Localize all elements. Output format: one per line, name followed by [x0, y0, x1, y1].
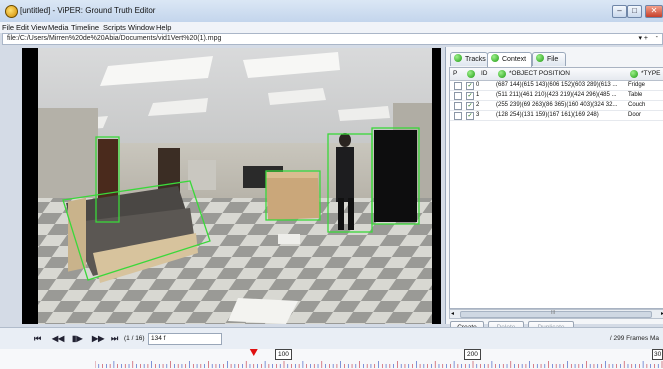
row-propagate-checkbox[interactable]	[454, 92, 462, 100]
table-row[interactable]: ✓ 2 (255 239)(69 263)(86 365)(160 403)(3…	[450, 101, 663, 111]
row-propagate-checkbox[interactable]	[454, 102, 462, 110]
row-propagate-checkbox[interactable]	[454, 82, 462, 90]
tab-file[interactable]: File	[532, 52, 566, 66]
scrollbar-grip: III	[551, 310, 556, 316]
row-position[interactable]: (255 239)(69 263)(86 365)(160 403)(324 3…	[496, 101, 626, 110]
table-row[interactable]: ✓ 3 (128 254)(131 159)(167 161)(169 248)…	[450, 111, 663, 121]
green-status-icon	[498, 70, 506, 78]
row-valid-checkbox[interactable]: ✓	[466, 112, 474, 120]
tab-tracks[interactable]: Tracks	[450, 52, 488, 66]
zoom-out-label[interactable]: -	[656, 34, 658, 41]
skip-to-end-icon[interactable]: ⏭	[111, 334, 118, 344]
header-type[interactable]: *TYPE	[641, 70, 661, 77]
skip-to-start-icon[interactable]: ⏮	[34, 334, 41, 344]
green-status-icon	[454, 54, 462, 62]
horizontal-scrollbar[interactable]: ◂ III ▸	[449, 309, 663, 319]
step-back-icon[interactable]: ▮▶	[72, 334, 83, 343]
table-header: P ID *OBJECT POSITION *TYPE	[450, 68, 663, 81]
descriptor-panel: Tracks Context File P ID *OBJECT POSITIO…	[445, 47, 663, 335]
row-valid-checkbox[interactable]: ✓	[466, 92, 474, 100]
chevron-down-icon[interactable]: ▾ +	[638, 34, 648, 42]
menu-file[interactable]: File	[2, 23, 14, 32]
menu-timeline[interactable]: Timeline	[71, 23, 99, 32]
row-type[interactable]: Table	[628, 91, 642, 100]
maximize-button[interactable]: □	[627, 5, 642, 18]
row-id: 0	[476, 82, 480, 88]
row-id: 3	[476, 112, 480, 118]
row-type[interactable]: Couch	[628, 101, 645, 110]
header-object-position[interactable]: *OBJECT POSITION	[509, 70, 570, 77]
descriptor-table: P ID *OBJECT POSITION *TYPE ✓ 0 (687 144…	[449, 67, 663, 309]
scroll-left-icon[interactable]: ◂	[451, 310, 454, 317]
green-status-icon	[536, 54, 544, 62]
menu-bar: File Edit View Media Timeline Scripts Wi…	[0, 22, 663, 33]
row-type[interactable]: Door	[628, 111, 641, 120]
rewind-icon[interactable]: ◀◀	[52, 334, 64, 343]
video-viewport[interactable]	[22, 48, 441, 324]
row-type[interactable]: Fridge	[628, 81, 645, 90]
table-row[interactable]: ✓ 0 (687 144)(615 143)(606 152)(603 289)…	[450, 81, 663, 91]
row-id: 2	[476, 102, 480, 108]
playback-controls: ⏮ ◀◀ ▮▶ ▶▶ ⏭ (1 / 16) 134 f / 299 Frames…	[0, 327, 663, 350]
header-id[interactable]: ID	[481, 70, 488, 77]
fast-forward-icon[interactable]: ▶▶	[92, 334, 104, 343]
timeline-ruler[interactable]	[95, 349, 663, 369]
tab-context[interactable]: Context	[487, 52, 532, 67]
title-bar: [untitled] - ViPER: Ground Truth Editor …	[0, 0, 663, 23]
menu-scripts[interactable]: Scripts	[103, 23, 126, 32]
total-frames-label: / 299 Frames Ma	[609, 335, 659, 342]
menu-window[interactable]: Window	[128, 23, 155, 32]
media-path-text: file:/C:/Users/Mirren%20de%20Abia/Docume…	[7, 35, 222, 42]
video-frame-image	[38, 48, 432, 324]
menu-help[interactable]: Help	[156, 23, 171, 32]
row-valid-checkbox[interactable]: ✓	[466, 102, 474, 110]
minimize-button[interactable]: –	[612, 5, 627, 18]
app-icon	[5, 5, 18, 18]
green-status-icon	[467, 70, 475, 78]
scrollbar-thumb[interactable]: III	[460, 310, 652, 318]
row-position[interactable]: (128 254)(131 159)(167 161)(169 248)	[496, 111, 626, 120]
timeline-label-300: 30	[652, 349, 663, 360]
green-status-icon	[491, 54, 499, 62]
row-id: 1	[476, 92, 480, 98]
header-p[interactable]: P	[453, 70, 457, 77]
playhead-marker[interactable]	[249, 349, 258, 356]
row-valid-checkbox[interactable]: ✓	[466, 82, 474, 90]
frame-value: 134 f	[151, 335, 166, 342]
row-propagate-checkbox[interactable]	[454, 112, 462, 120]
timeline[interactable]: 100 200 30	[0, 349, 663, 369]
table-row[interactable]: ✓ 1 (511 211)(461 210)(423 219)(424 296)…	[450, 91, 663, 101]
playback-rate[interactable]: (1 / 16)	[124, 335, 145, 342]
timeline-label-200: 200	[464, 349, 481, 360]
menu-edit[interactable]: Edit	[16, 23, 29, 32]
close-button[interactable]: ✕	[645, 5, 663, 18]
row-position[interactable]: (511 211)(461 210)(423 219)(424 296)(485…	[496, 91, 626, 100]
media-path-field[interactable]: file:/C:/Users/Mirren%20de%20Abia/Docume…	[2, 33, 663, 45]
menu-view[interactable]: View	[31, 23, 47, 32]
row-position[interactable]: (687 144)(615 143)(606 152)(603 289)(613…	[496, 81, 626, 90]
menu-media[interactable]: Media	[48, 23, 68, 32]
frame-number-input[interactable]: 134 f	[148, 333, 222, 345]
timeline-label-100: 100	[275, 349, 292, 360]
green-status-icon	[630, 70, 638, 78]
zoom-in-label[interactable]: +	[644, 35, 648, 42]
window-title: [untitled] - ViPER: Ground Truth Editor	[20, 6, 156, 15]
